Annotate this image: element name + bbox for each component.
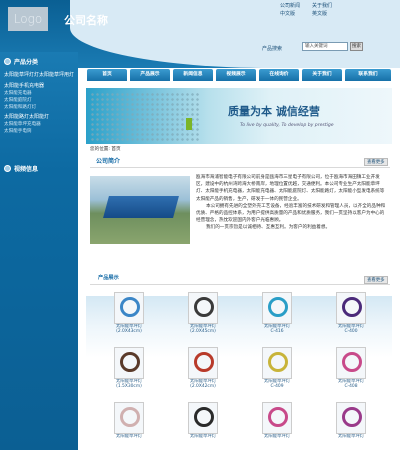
product-ring [268,297,288,317]
about-paragraph: 本公司拥有先进的全塑外壳工艺设备，经验丰富的技术研发和管理人员，以齐全的品种和优… [196,203,386,224]
nav-about[interactable]: 关于我们 [302,69,342,81]
about-more-button[interactable]: 查看更多 [364,158,388,166]
top-link-about[interactable]: 关于我们 [312,2,332,9]
product-code: (2.0X42cm) [190,384,216,389]
product-name[interactable]: 太阳能草坪灯 [106,434,152,439]
product-code: (2.0X45cm) [190,329,216,334]
product-ring [194,352,214,372]
product-image[interactable] [262,292,292,324]
product-grid: 太阳能草坪灯 (2.0X43cm) 太阳能草坪灯 (2.0X45cm) 太阳能草坪灯 C-… [90,292,390,450]
product-card[interactable]: 太阳能草坪灯 (2.0X42cm) [180,347,226,389]
sidebar-heading-label: 视频信息 [14,166,39,173]
product-ring [268,352,288,372]
product-card[interactable]: 太阳能草坪灯 C-400 [328,292,374,334]
product-ring [342,352,362,372]
product-ring [120,407,140,427]
product-code: C-409 [270,384,284,389]
sidebar-heading-products: 产品分类 [4,57,38,66]
product-ring [342,407,362,427]
product-code: C-408 [344,384,358,389]
divider [90,284,390,285]
product-image[interactable] [336,292,366,324]
factory-building [103,196,179,218]
products-more-button[interactable]: 查看更多 [364,276,388,284]
product-card[interactable]: 太阳能草坪灯 [106,402,152,439]
sidebar-item[interactable]: 太阳能草坪灯灯太阳能草坪用灯 [4,72,74,79]
product-image[interactable] [336,347,366,379]
product-ring [194,297,214,317]
search-label: 产品搜索 [262,46,283,52]
product-ring [120,352,140,372]
sidebar-subitem[interactable]: 太阳能和路灯灯 [4,104,74,111]
product-code: C-416 [270,329,284,334]
nav-video[interactable]: 视频展示 [216,69,256,81]
about-paragraph: 瓯海市海浦智能电子有限公司前身是瓯海市三星电子有限公司，位于瓯海市海田镇工业开发… [196,175,385,202]
top-link-chinese[interactable]: 中文版 [280,10,295,17]
sidebar-subitem[interactable]: 太阳能充电器 [4,90,74,97]
product-name[interactable]: 太阳能草坪灯 [254,434,300,439]
sidebar-subitem[interactable]: 太阳能庭院灯 [4,97,74,104]
product-card[interactable]: 太阳能草坪灯 C-408 [328,347,374,389]
about-title: 公司简介 [96,158,121,165]
banner-accent [186,118,192,130]
product-image[interactable] [188,402,218,434]
product-image[interactable] [114,292,144,324]
company-name: 公司名称 [64,14,108,27]
product-card[interactable]: 太阳能草坪灯 (2.0X43cm) [106,292,152,334]
sidebar-heading-label: 产品分类 [14,59,39,66]
breadcrumb: 您的位置: 首页 [90,147,121,152]
top-link-english[interactable]: 英文版 [312,10,327,17]
product-card[interactable]: 太阳能草坪灯 [254,402,300,439]
search-button[interactable]: 搜索 [350,42,363,51]
product-image[interactable] [262,402,292,434]
top-link-news[interactable]: 公司新闻 [280,2,300,9]
product-card[interactable]: 太阳能草坪灯 [180,402,226,439]
logo: Logo [8,7,48,31]
product-code: (2.0X43cm) [116,329,142,334]
product-image[interactable] [262,347,292,379]
product-ring [194,407,214,427]
product-card[interactable]: 太阳能草坪灯 (1.5X30cm) [106,347,152,389]
product-code: C-400 [344,329,358,334]
nav-contact[interactable]: 联系我们 [345,69,391,81]
bullet-icon [4,165,11,172]
product-name[interactable]: 太阳能草坪灯 [328,434,374,439]
product-ring [342,297,362,317]
product-ring [268,407,288,427]
product-image[interactable] [114,347,144,379]
banner-subtitle: To live by quality, To develop by presti… [240,123,334,128]
product-code: (1.5X30cm) [116,384,142,389]
product-image[interactable] [188,292,218,324]
product-image[interactable] [114,402,144,434]
product-card[interactable]: 太阳能草坪灯 [328,402,374,439]
nav-products[interactable]: 产品展示 [130,69,170,81]
nav-inquiry[interactable]: 在线询价 [259,69,299,81]
bullet-icon [4,58,11,65]
products-title: 产品展示 [98,275,119,281]
banner-pattern [90,92,200,142]
sidebar-list: 太阳能草坪灯灯太阳能草坪用灯 太阳能手机充电器 太阳能充电器 太阳能庭院灯 太阳… [4,72,74,135]
sidebar-item[interactable]: 太阳能手机充电器 [4,83,74,90]
sidebar-heading-video: 视频信息 [4,164,38,173]
product-name[interactable]: 太阳能草坪灯 [180,434,226,439]
sidebar-item[interactable]: 太阳能路灯太阳能灯 [4,114,74,121]
nav-home[interactable]: 首页 [87,69,127,81]
product-card[interactable]: 太阳能草坪灯 C-409 [254,347,300,389]
divider [90,167,390,168]
product-image[interactable] [336,402,366,434]
search-input[interactable]: 输入关键词 [302,42,348,51]
sidebar-subitem[interactable]: 太阳能草坪充电器 [4,121,74,128]
about-text: 瓯海市海浦智能电子有限公司前身是瓯海市三星电子有限公司，位于瓯海市海田镇工业开发… [196,174,388,232]
product-card[interactable]: 太阳能草坪灯 (2.0X45cm) [180,292,226,334]
product-image[interactable] [188,347,218,379]
about-paragraph: 我们的一贯宗旨是以诚相待、互惠互利。为客户的利益着想。 [206,225,331,231]
product-card[interactable]: 太阳能草坪灯 C-416 [254,292,300,334]
banner-title: 质量为本 诚信经营 [228,105,320,118]
sidebar-subitem[interactable]: 太阳能手电筒 [4,128,74,135]
nav-news[interactable]: 新闻信息 [173,69,213,81]
product-ring [120,297,140,317]
